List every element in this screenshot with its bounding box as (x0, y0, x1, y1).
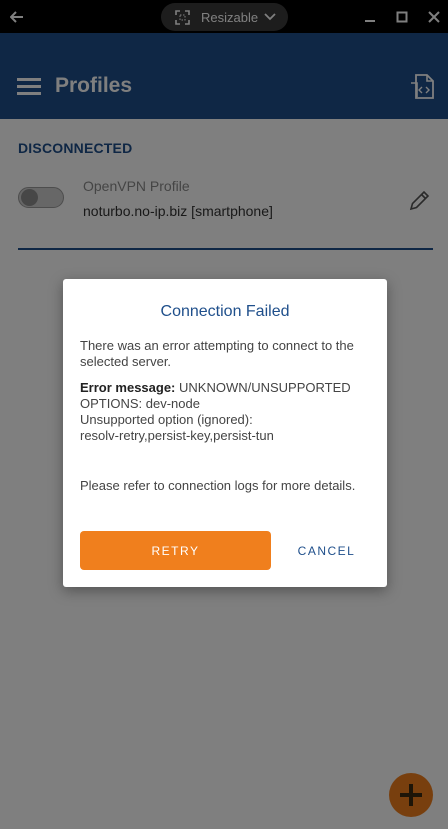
error-detail-2: resolv-retry,persist-key,persist-tun (80, 428, 274, 443)
error-label: Error message: (80, 380, 176, 395)
connection-failed-dialog: Connection Failed There was an error att… (63, 279, 387, 587)
cancel-button[interactable]: CANCEL (290, 531, 363, 570)
retry-button[interactable]: RETRY (80, 531, 271, 570)
dialog-footer: Please refer to connection logs for more… (80, 478, 356, 493)
dialog-error-block: Error message: UNKNOWN/UNSUPPORTED OPTIO… (80, 380, 372, 444)
dialog-intro: There was an error attempting to connect… (80, 338, 354, 369)
error-detail-1: Unsupported option (ignored): (80, 412, 253, 427)
dialog-title: Connection Failed (160, 303, 290, 320)
